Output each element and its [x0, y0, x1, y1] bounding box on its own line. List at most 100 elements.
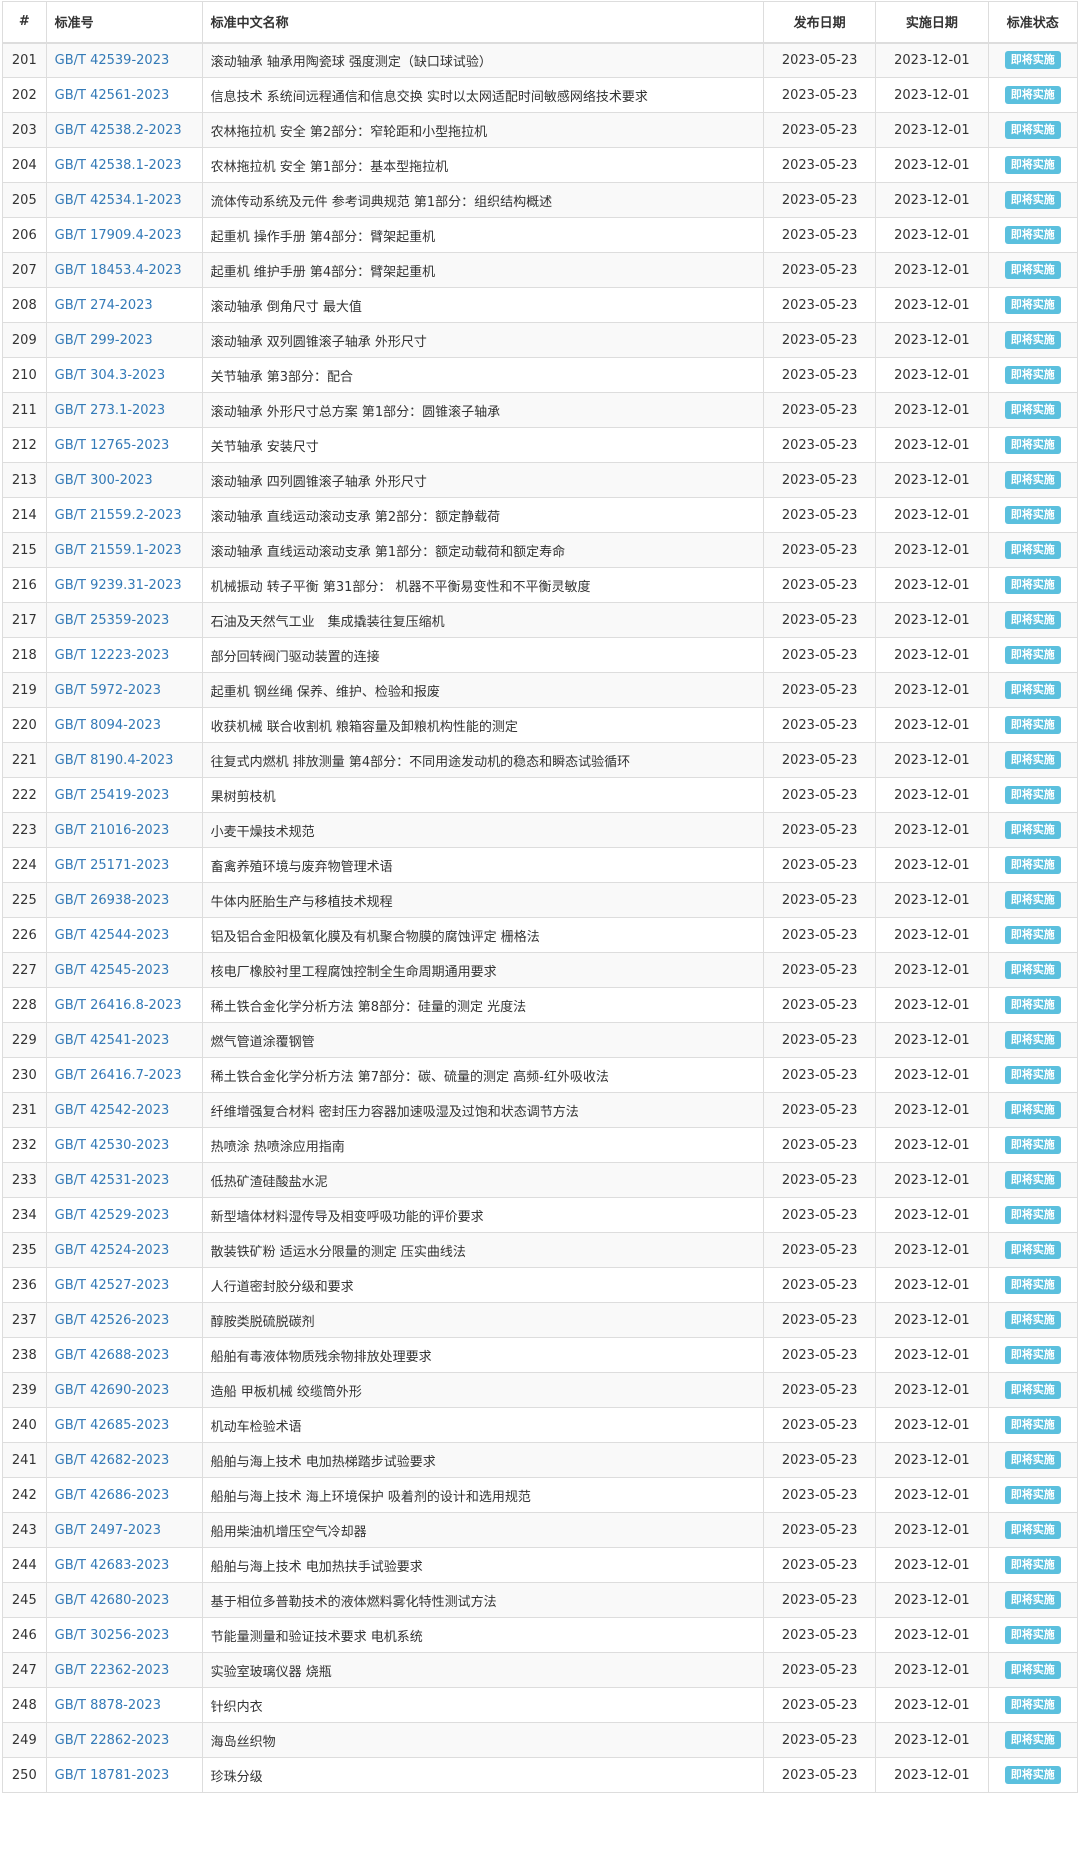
implement-date: 2023-12-01	[875, 1127, 989, 1163]
standard-code-link[interactable]: GB/T 42688-2023	[55, 1348, 170, 1363]
status-cell: 即将实施	[987, 602, 1079, 638]
standard-code-link[interactable]: GB/T 42545-2023	[55, 963, 170, 978]
row-index: 234	[2, 1197, 47, 1233]
implement-date: 2023-12-01	[875, 1512, 989, 1548]
standard-code-link[interactable]: GB/T 42685-2023	[55, 1418, 170, 1433]
standard-code-link[interactable]: GB/T 25359-2023	[55, 613, 170, 628]
standard-code-link[interactable]: GB/T 42541-2023	[55, 1033, 170, 1048]
standard-code-link[interactable]: GB/T 17909.4-2023	[55, 228, 182, 243]
standard-name: 滚动轴承 双列圆锥滚子轴承 外形尺寸	[201, 322, 765, 358]
standard-code-link[interactable]: GB/T 12223-2023	[55, 648, 170, 663]
standard-code-link[interactable]: GB/T 2497-2023	[55, 1523, 161, 1538]
standard-name: 农林拖拉机 安全 第1部分：基本型拖拉机	[201, 147, 765, 183]
standard-code-link[interactable]: GB/T 22362-2023	[55, 1663, 170, 1678]
table-row: 204 GB/T 42538.1-2023 农林拖拉机 安全 第1部分：基本型拖拉机…	[2, 147, 1079, 183]
implement-date: 2023-12-01	[875, 952, 989, 988]
standard-code-link[interactable]: GB/T 26938-2023	[55, 893, 170, 908]
standard-code-link[interactable]: GB/T 42534.1-2023	[55, 193, 182, 208]
standard-name: 稀土铁合金化学分析方法 第7部分：碳、硫量的测定 高频-红外吸收法	[201, 1057, 765, 1093]
standard-code-link[interactable]: GB/T 8878-2023	[55, 1698, 161, 1713]
implement-date: 2023-12-01	[875, 987, 989, 1023]
status-cell: 即将实施	[987, 1127, 1079, 1163]
standard-code-link[interactable]: GB/T 25419-2023	[55, 788, 170, 803]
row-index: 232	[2, 1127, 47, 1163]
standard-code-link[interactable]: GB/T 22862-2023	[55, 1733, 170, 1748]
standard-code-link[interactable]: GB/T 42527-2023	[55, 1278, 170, 1293]
standard-code-link[interactable]: GB/T 300-2023	[55, 473, 153, 488]
standard-code-cell: GB/T 25419-2023	[45, 777, 203, 813]
table-row: 235 GB/T 42524-2023 散装铁矿粉 适运水分限量的测定 压实曲线法 2…	[2, 1232, 1079, 1268]
status-badge: 即将实施	[1004, 1346, 1061, 1364]
status-cell: 即将实施	[987, 1092, 1079, 1128]
standard-code-link[interactable]: GB/T 304.3-2023	[55, 368, 165, 383]
status-badge: 即将实施	[1004, 1556, 1061, 1574]
implement-date: 2023-12-01	[875, 462, 989, 498]
standard-code-link[interactable]: GB/T 42680-2023	[55, 1593, 170, 1608]
standard-code-cell: GB/T 274-2023	[45, 287, 203, 323]
standard-code-link[interactable]: GB/T 18781-2023	[55, 1768, 170, 1783]
status-badge: 即将实施	[1004, 366, 1061, 384]
standard-code-link[interactable]: GB/T 18453.4-2023	[55, 263, 182, 278]
standard-code-link[interactable]: GB/T 273.1-2023	[55, 403, 165, 418]
standard-code-link[interactable]: GB/T 42690-2023	[55, 1383, 170, 1398]
row-index: 241	[2, 1442, 47, 1478]
status-badge: 即将实施	[1004, 646, 1061, 664]
standard-code-link[interactable]: GB/T 42531-2023	[55, 1173, 170, 1188]
table-row: 201 GB/T 42539-2023 滚动轴承 轴承用陶瓷球 强度测定（缺口球试验…	[2, 42, 1079, 78]
standard-code-link[interactable]: GB/T 21016-2023	[55, 823, 170, 838]
publish-date: 2023-05-23	[762, 217, 877, 253]
standard-code-link[interactable]: GB/T 42539-2023	[55, 53, 170, 68]
standard-code-link[interactable]: GB/T 299-2023	[55, 333, 153, 348]
implement-date: 2023-12-01	[875, 672, 989, 708]
table-row: 215 GB/T 21559.1-2023 滚动轴承 直线运动滚动支承 第1部分：额…	[2, 532, 1079, 568]
table-row: 210 GB/T 304.3-2023 关节轴承 第3部分：配合 2023-05-23…	[2, 357, 1079, 393]
standard-code-cell: GB/T 42529-2023	[45, 1197, 203, 1233]
publish-date: 2023-05-23	[762, 567, 877, 603]
standard-code-link[interactable]: GB/T 42524-2023	[55, 1243, 170, 1258]
publish-date: 2023-05-23	[762, 357, 877, 393]
standard-code-link[interactable]: GB/T 42530-2023	[55, 1138, 170, 1153]
implement-date: 2023-12-01	[875, 147, 989, 183]
standard-code-link[interactable]: GB/T 42538.2-2023	[55, 123, 182, 138]
standard-code-link[interactable]: GB/T 42561-2023	[55, 88, 170, 103]
standard-code-link[interactable]: GB/T 25171-2023	[55, 858, 170, 873]
status-badge: 即将实施	[1004, 1731, 1061, 1749]
publish-date: 2023-05-23	[762, 952, 877, 988]
implement-date: 2023-12-01	[875, 602, 989, 638]
standard-code-link[interactable]: GB/T 8190.4-2023	[55, 753, 174, 768]
standard-code-link[interactable]: GB/T 42544-2023	[55, 928, 170, 943]
standard-code-link[interactable]: GB/T 42526-2023	[55, 1313, 170, 1328]
standard-code-link[interactable]: GB/T 30256-2023	[55, 1628, 170, 1643]
row-index: 239	[2, 1372, 47, 1408]
standard-name: 起重机 操作手册 第4部分：臂架起重机	[201, 217, 765, 253]
standard-code-link[interactable]: GB/T 42683-2023	[55, 1558, 170, 1573]
standard-code-link[interactable]: GB/T 8094-2023	[55, 718, 161, 733]
standard-code-link[interactable]: GB/T 5972-2023	[55, 683, 161, 698]
status-cell: 即将实施	[987, 147, 1079, 183]
row-index: 211	[2, 392, 47, 428]
header-index: #	[2, 1, 47, 44]
row-index: 250	[2, 1757, 47, 1793]
standard-code-link[interactable]: GB/T 9239.31-2023	[55, 578, 182, 593]
standard-code-link[interactable]: GB/T 26416.8-2023	[55, 998, 182, 1013]
standard-name: 低热矿渣硅酸盐水泥	[201, 1162, 765, 1198]
publish-date: 2023-05-23	[762, 1477, 877, 1513]
standard-code-link[interactable]: GB/T 21559.2-2023	[55, 508, 182, 523]
standard-code-cell: GB/T 42527-2023	[45, 1267, 203, 1303]
standard-code-link[interactable]: GB/T 21559.1-2023	[55, 543, 182, 558]
standard-code-link[interactable]: GB/T 12765-2023	[55, 438, 170, 453]
table-header-row: # 标准号 标准中文名称 发布日期 实施日期 标准状态	[2, 1, 1079, 44]
row-index: 242	[2, 1477, 47, 1513]
standard-code-cell: GB/T 42530-2023	[45, 1127, 203, 1163]
status-cell: 即将实施	[987, 1582, 1079, 1618]
table-row: 240 GB/T 42685-2023 机动车检验术语 2023-05-23 2023-…	[2, 1407, 1079, 1443]
standard-code-link[interactable]: GB/T 26416.7-2023	[55, 1068, 182, 1083]
standard-code-link[interactable]: GB/T 42686-2023	[55, 1488, 170, 1503]
standard-code-link[interactable]: GB/T 42529-2023	[55, 1208, 170, 1223]
status-badge: 即将实施	[1004, 891, 1061, 909]
standard-code-link[interactable]: GB/T 42682-2023	[55, 1453, 170, 1468]
publish-date: 2023-05-23	[762, 882, 877, 918]
standard-code-link[interactable]: GB/T 42538.1-2023	[55, 158, 182, 173]
standard-code-link[interactable]: GB/T 274-2023	[55, 298, 153, 313]
standard-code-link[interactable]: GB/T 42542-2023	[55, 1103, 170, 1118]
